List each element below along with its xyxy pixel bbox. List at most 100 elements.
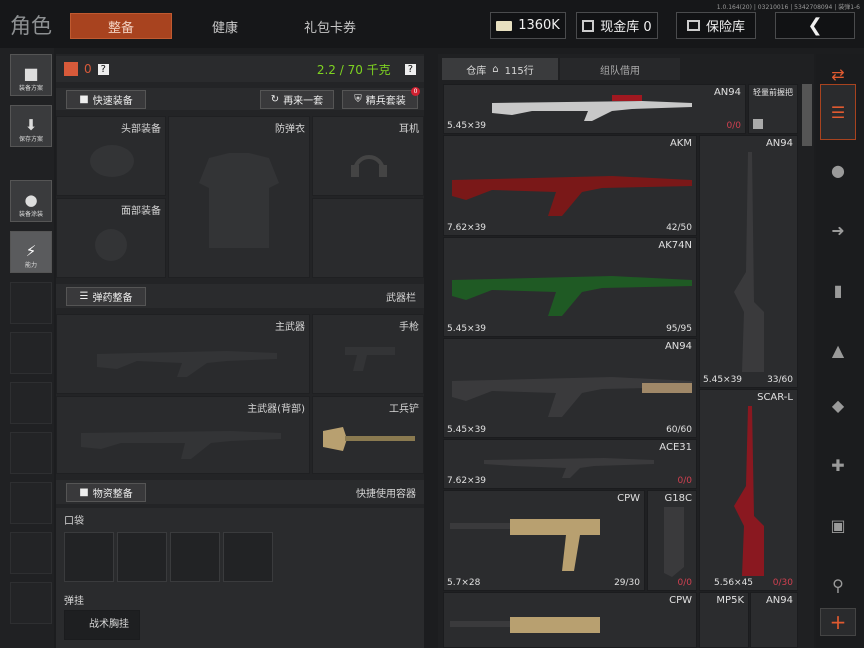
- stash-scrollbar[interactable]: [802, 84, 812, 146]
- an94-vertical-icon: [734, 152, 764, 372]
- stash-item[interactable]: CPW: [443, 592, 697, 648]
- safe-label: 保险库: [705, 20, 745, 35]
- magazine-filter-icon[interactable]: ▮: [820, 270, 856, 310]
- tab-gift-cards[interactable]: 礼包卡券: [280, 13, 380, 39]
- supply-prep-label: 物资整备: [92, 489, 133, 500]
- extra-slot[interactable]: [312, 198, 424, 278]
- weight-readout: 2.2 / 70 千克: [316, 62, 391, 77]
- gear-plan-label: 装备方案: [18, 85, 43, 92]
- help-icon[interactable]: ?: [97, 63, 109, 75]
- currency-button[interactable]: 1360K: [490, 12, 566, 39]
- rifle-filter-icon[interactable]: ➜: [820, 210, 856, 250]
- item-ammo: 0/0: [726, 121, 741, 131]
- cpw-icon: [450, 617, 600, 633]
- pocket-slot-3[interactable]: [170, 532, 220, 582]
- stash-item[interactable]: ACE31 7.62×39 0/0: [443, 439, 697, 489]
- attachment-filter-icon[interactable]: ◆: [820, 385, 856, 425]
- item-name: CPW: [669, 595, 692, 606]
- container-filter-icon[interactable]: ▣: [820, 505, 856, 545]
- stash-item[interactable]: CPW 5.7×28 29/30: [443, 490, 645, 591]
- chest-rig-label: 战术胸挂: [89, 619, 129, 630]
- stash-item[interactable]: AN94 5.45×39 60/60: [443, 338, 697, 438]
- elite-kit-button[interactable]: ⛨ 精兵套装: [342, 90, 418, 109]
- primary-weapon-slot[interactable]: 主武器: [56, 314, 310, 394]
- tab-team-borrow[interactable]: 组队借用: [560, 58, 680, 80]
- armor-icon: [64, 62, 78, 76]
- item-name: AN94: [664, 341, 692, 352]
- stash-item[interactable]: MP5K: [699, 592, 749, 648]
- shovel-slot[interactable]: 工兵铲: [312, 396, 424, 474]
- head-slot[interactable]: 头部装备: [56, 116, 166, 196]
- tab-stash[interactable]: 仓库 ⌂ 115行: [442, 58, 558, 80]
- build-info: 1.0.164(20) | 03210016 | 5342708094 | 装弹…: [716, 4, 860, 11]
- page-title: 角色: [10, 14, 52, 38]
- gasmask-silhouette-icon: [95, 229, 127, 261]
- medical-filter-icon[interactable]: ✚: [820, 445, 856, 485]
- again-button[interactable]: ↻ 再来一套: [260, 90, 334, 109]
- chest-rig-slot[interactable]: 战术胸挂: [64, 610, 140, 640]
- tab-gear[interactable]: 整备: [70, 13, 172, 39]
- stash-item[interactable]: 轻量前握把: [748, 84, 798, 134]
- top-bar: 角色 整备 健康 礼包卡券 1360K 现金库 0 保险库 ❮ 1.0.164(…: [0, 0, 864, 48]
- item-name: ACE31: [659, 442, 692, 453]
- pocket-slot-4[interactable]: [223, 532, 273, 582]
- cash-vault-button[interactable]: 现金库 0: [576, 12, 658, 39]
- item-caliber: 7.62×39: [447, 476, 487, 486]
- face-slot[interactable]: 面部装备: [56, 198, 166, 278]
- pocket-label: 口袋: [64, 516, 84, 527]
- pistol-slot[interactable]: 手枪: [312, 314, 424, 394]
- item-caliber: 5.45×39: [447, 324, 487, 334]
- helmet-filter-icon[interactable]: ●: [820, 150, 856, 190]
- pocket-slot-1[interactable]: [64, 532, 114, 582]
- stash-item[interactable]: AN94: [750, 592, 798, 648]
- face-slot-label: 面部装备: [121, 206, 161, 217]
- supply-prep-button[interactable]: ■ 物资整备: [66, 483, 146, 502]
- quick-equip-label: 快速装备: [92, 96, 133, 107]
- quick-equip-button[interactable]: ■ 快速装备: [66, 90, 146, 109]
- vest-silhouette-icon: [199, 153, 279, 248]
- item-name: AKM: [669, 138, 692, 149]
- pocket-slot-2[interactable]: [117, 532, 167, 582]
- helmet-silhouette-icon: [90, 145, 134, 177]
- empty-slot: [10, 332, 52, 374]
- stash-item[interactable]: AN94 5.45×39 0/0: [443, 84, 746, 134]
- ammo-prep-button[interactable]: ☰ 弹药整备: [66, 287, 146, 306]
- gear-plan-button[interactable]: ■ 装备方案: [10, 54, 52, 96]
- head-slot-label: 头部装备: [121, 124, 161, 135]
- empty-slot: [10, 382, 52, 424]
- rig-label: 弹挂: [64, 596, 84, 607]
- save-plan-button[interactable]: ⬇ 保存方案: [10, 105, 52, 147]
- gear-paint-button[interactable]: ● 装备涂装: [10, 180, 52, 222]
- stash-item[interactable]: AKM 7.62×39 42/50: [443, 135, 697, 236]
- safe-button[interactable]: 保险库: [676, 12, 756, 39]
- stash-item[interactable]: AK74N 5.45×39 95/95: [443, 237, 697, 337]
- empty-slot: [10, 532, 52, 574]
- stash-item[interactable]: G18C 0/0: [647, 490, 697, 591]
- stash-item[interactable]: SCAR-L 5.56×45 0/30: [699, 389, 798, 591]
- again-label: 再来一套: [283, 96, 324, 107]
- ability-button[interactable]: ⚡ 能力: [10, 231, 52, 273]
- ear-slot[interactable]: 耳机: [312, 116, 424, 196]
- item-caliber: 5.7×28: [447, 578, 481, 588]
- back-button[interactable]: ❮: [775, 12, 855, 39]
- supply-icon: ■: [79, 487, 89, 498]
- currency-amount: 1360K: [518, 18, 560, 33]
- add-icon[interactable]: +: [820, 608, 856, 636]
- armor-slot-label: 防弹衣: [275, 124, 305, 135]
- weight-help-icon[interactable]: ?: [404, 63, 416, 75]
- ammo-filter-icon[interactable]: ▲: [820, 330, 856, 370]
- item-ammo: 95/95: [666, 324, 692, 334]
- all-items-filter-icon[interactable]: ☰: [820, 84, 856, 140]
- pistol-label: 手枪: [399, 322, 419, 333]
- tab-health[interactable]: 健康: [180, 13, 270, 39]
- key-filter-icon[interactable]: ⚲: [820, 565, 856, 605]
- stash-item[interactable]: AN94 5.45×39 33/60: [699, 135, 798, 388]
- ak74n-icon: [452, 276, 692, 316]
- empty-slot: [10, 482, 52, 524]
- home-icon: ⌂: [492, 63, 499, 75]
- gear-header: 0 ? 2.2 / 70 千克 ?: [56, 56, 424, 82]
- primary-back-slot[interactable]: 主武器(背部): [56, 396, 310, 474]
- g18c-icon: [664, 507, 684, 577]
- armor-slot[interactable]: 防弹衣: [168, 116, 310, 278]
- item-name: MP5K: [716, 595, 744, 606]
